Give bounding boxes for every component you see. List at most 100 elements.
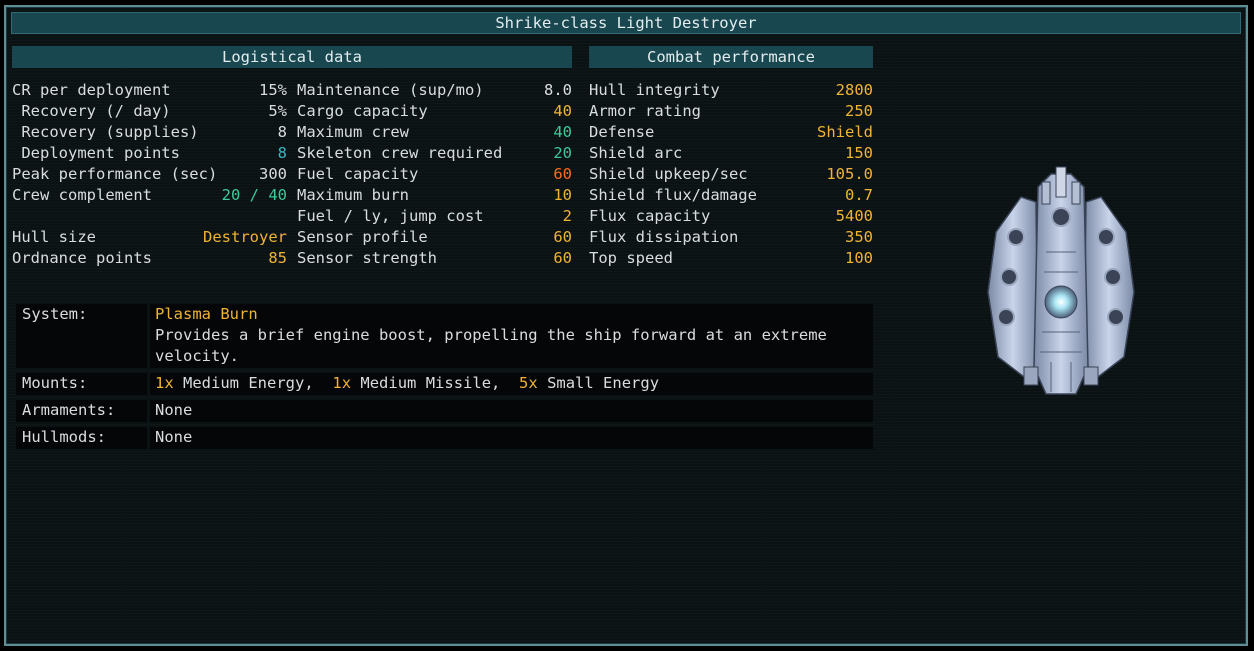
mount-type: Medium Missile (360, 374, 492, 392)
stat-label: Sensor strength (297, 249, 437, 267)
stat-value: 2800 (835, 81, 873, 99)
stat-label: Fuel capacity (297, 165, 419, 183)
stat-label: Recovery (/ day) (12, 102, 171, 120)
stat-row: Top speed 100 (589, 248, 873, 269)
system-description: Provides a brief engine boost, propellin… (155, 326, 827, 365)
stat-value: 60 (553, 249, 572, 267)
stat-label: Deployment points (12, 144, 180, 162)
stat-value: 150 (845, 144, 873, 162)
stat-label: Defense (589, 123, 655, 141)
stat-label: Crew complement (12, 186, 152, 204)
stat-row (12, 206, 287, 227)
stat-row: Sensor profile 60 (297, 227, 572, 248)
stat-label: Flux dissipation (589, 228, 739, 246)
system-row: System: Plasma Burn Provides a brief eng… (16, 304, 873, 368)
ship-title: Shrike-class Light Destroyer (11, 12, 1241, 34)
stat-label: Hull integrity (589, 81, 720, 99)
ship-info-panel: Shrike-class Light Destroyer Logistical … (4, 5, 1248, 646)
mounts-list: 1x Medium Energy, 1x Medium Missile, 5x … (155, 374, 660, 392)
stat-row: Maintenance (sup/mo) 8.0 (297, 80, 572, 101)
stat-label: Shield flux/damage (589, 186, 757, 204)
armaments-value: None (155, 401, 193, 419)
mounts-label: Mounts: (22, 374, 88, 392)
mount-count: 5x (519, 374, 538, 392)
stat-value: 10 (553, 186, 572, 204)
stat-row: Ordnance points 85 (12, 248, 287, 269)
stat-row: Hull size Destroyer (12, 227, 287, 248)
stat-label: Armor rating (589, 102, 701, 120)
stat-row: Crew complement 20 / 40 (12, 185, 287, 206)
armaments-label: Armaments: (22, 401, 116, 419)
stat-value: Destroyer (203, 228, 287, 246)
stat-row: Hull integrity 2800 (589, 80, 873, 101)
hullmods-value: None (155, 428, 193, 446)
mount-count: 1x (332, 374, 352, 392)
stat-row: Recovery (supplies) 8 (12, 122, 287, 143)
stat-row: Maximum crew 40 (297, 122, 572, 143)
stat-row: Flux dissipation 350 (589, 227, 873, 248)
stat-row: Defense Shield (589, 122, 873, 143)
stat-value: 20 / 40 (221, 186, 287, 204)
stat-row: Peak performance (sec) 300 (12, 164, 287, 185)
stat-row: Skeleton crew required 20 (297, 143, 572, 164)
stat-row: Deployment points 8 (12, 143, 287, 164)
stat-value: 8 (277, 123, 287, 141)
stat-label: Recovery (supplies) (12, 123, 199, 141)
stat-label: Flux capacity (589, 207, 711, 225)
stat-label: Sensor profile (297, 228, 428, 246)
stat-label: Fuel / ly, jump cost (297, 207, 484, 225)
system-name: Plasma Burn (155, 305, 258, 323)
stat-label: Ordnance points (12, 249, 152, 267)
stat-label: Skeleton crew required (297, 144, 503, 162)
stat-value: 40 (553, 102, 572, 120)
stat-row: Armor rating 250 (589, 101, 873, 122)
ship-sprite-icon (987, 166, 1135, 395)
stat-row: Shield upkeep/sec 105.0 (589, 164, 873, 185)
stat-row: Shield arc 150 (589, 143, 873, 164)
stat-label: Top speed (589, 249, 673, 267)
stat-row: Shield flux/damage 0.7 (589, 185, 873, 206)
hullmods-label: Hullmods: (22, 428, 106, 446)
stat-label: Hull size (12, 228, 96, 246)
stat-value: 15% (259, 81, 287, 99)
stat-value: 8 (277, 144, 287, 162)
stat-value: 60 (553, 165, 572, 183)
stat-row: Recovery (/ day) 5% (12, 101, 287, 122)
stat-value: 250 (845, 102, 873, 120)
stat-value: 0.7 (845, 186, 873, 204)
stat-value: 105.0 (826, 165, 873, 183)
combat-header: Combat performance (589, 46, 873, 68)
mount-type: Small Energy (547, 374, 660, 392)
stat-row: Sensor strength 60 (297, 248, 572, 269)
stat-label: Maximum burn (297, 186, 409, 204)
stat-label: Cargo capacity (297, 102, 428, 120)
logistical-header: Logistical data (12, 46, 572, 68)
stat-label: Maximum crew (297, 123, 409, 141)
stat-row: Fuel capacity 60 (297, 164, 572, 185)
stat-row: CR per deployment 15% (12, 80, 287, 101)
stat-row: Cargo capacity 40 (297, 101, 572, 122)
stat-label: Shield upkeep/sec (589, 165, 748, 183)
mount-count: 1x (155, 374, 174, 392)
stat-value: 20 (553, 144, 572, 162)
stat-value: Shield (817, 123, 873, 141)
stat-label: Maintenance (sup/mo) (297, 81, 484, 99)
hullmods-row: Hullmods: None (16, 427, 873, 449)
stat-value: 300 (259, 165, 287, 183)
armaments-row: Armaments: None (16, 400, 873, 422)
stat-row: Flux capacity 5400 (589, 206, 873, 227)
stat-value: 5% (268, 102, 287, 120)
stat-value: 2 (562, 207, 572, 225)
stat-value: 8.0 (544, 81, 572, 99)
stat-value: 350 (845, 228, 873, 246)
stat-row: Maximum burn 10 (297, 185, 572, 206)
stat-value: 60 (553, 228, 572, 246)
stat-value: 40 (553, 123, 572, 141)
mounts-row: Mounts: 1x Medium Energy, 1x Medium Miss… (16, 373, 873, 395)
stat-row: Fuel / ly, jump cost 2 (297, 206, 572, 227)
stat-label: CR per deployment (12, 81, 171, 99)
stat-value: 85 (268, 249, 287, 267)
stat-label: Peak performance (sec) (12, 165, 218, 183)
stat-value: 5400 (835, 207, 873, 225)
stat-value: 100 (845, 249, 873, 267)
